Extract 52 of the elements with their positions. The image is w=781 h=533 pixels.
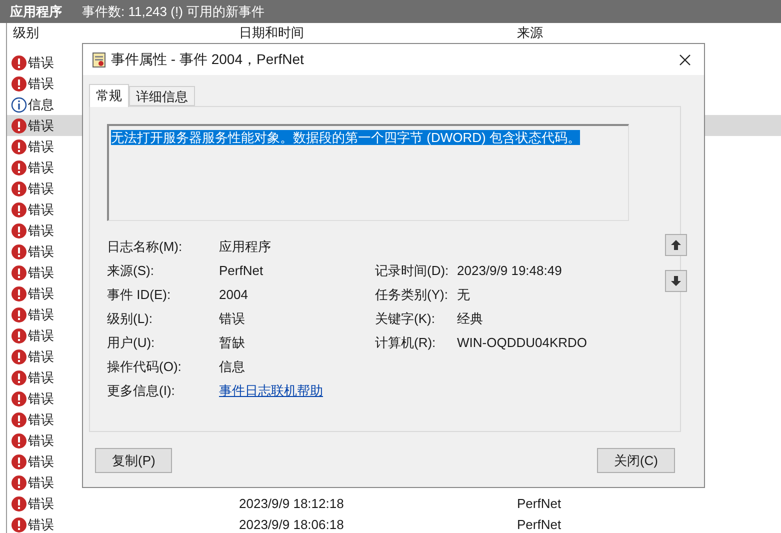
field-label: 关键字(K):: [375, 310, 436, 328]
field-value: 错误: [219, 310, 245, 328]
field-label: 计算机(R):: [375, 334, 437, 352]
field-label: 级别(L):: [107, 310, 154, 328]
date-cell-text: 2023/9/9 18:06:18: [239, 516, 345, 533]
field-value: 2004: [219, 286, 248, 304]
level-cell-text: 错误: [28, 74, 54, 93]
level-cell-text: 错误: [28, 516, 54, 533]
level-cell-text: 错误: [28, 180, 54, 198]
field-value: 2023/9/9 19:48:49: [457, 262, 562, 280]
level-cell-text: 错误: [28, 158, 54, 177]
field-value: 信息: [219, 358, 245, 376]
level-cell-text: 错误: [28, 348, 54, 366]
source-cell-text: PerfNet: [517, 516, 562, 533]
field-label: 任务类别(Y):: [375, 286, 449, 304]
level-cell-text: 错误: [28, 474, 54, 492]
level-cell-text: 错误: [28, 284, 54, 303]
level-cell-text: 错误: [28, 306, 54, 324]
level-cell-text: 错误: [28, 494, 54, 513]
log-name: 应用程序: [10, 2, 62, 21]
level-cell-text: 错误: [28, 200, 54, 219]
field-value: PerfNet: [219, 262, 264, 280]
level-cell-text: 错误: [28, 326, 54, 345]
field-label: 记录时间(D):: [375, 262, 450, 280]
field-value: 经典: [457, 310, 483, 328]
field-value: 无: [457, 286, 470, 304]
level-cell-text: 错误: [28, 116, 54, 135]
field-label: 来源(S):: [107, 262, 155, 280]
field-label: 操作代码(O):: [107, 358, 182, 376]
dialog-title: 事件属性 - 事件 2004，PerfNet: [111, 50, 304, 69]
field-label: 更多信息(I):: [107, 382, 176, 400]
level-cell-text: 错误: [28, 138, 54, 156]
field-label: 日志名称(M):: [107, 238, 184, 256]
level-cell-text: 错误: [28, 432, 54, 450]
level-cell-text: 错误: [28, 264, 54, 282]
level-cell-text: 错误: [28, 410, 54, 429]
level-cell-text: 错误: [28, 222, 54, 240]
level-cell-text: 信息: [28, 96, 54, 114]
field-value: 暂缺: [219, 334, 245, 352]
level-cell-text: 错误: [28, 368, 54, 387]
field-value: 应用程序: [219, 238, 271, 256]
event-count: 事件数: 11,243 (!) 可用的新事件: [82, 2, 265, 21]
field-label: 用户(U):: [107, 334, 156, 352]
level-cell-text: 错误: [28, 54, 54, 72]
event-message: 无法打开服务器服务性能对象。数据段的第一个四字节 (DWORD) 包含状态代码。: [111, 130, 580, 145]
field-label: 事件 ID(E):: [107, 286, 172, 304]
level-cell-text: 错误: [28, 452, 54, 471]
source-cell-text: PerfNet: [517, 494, 562, 513]
level-cell-text: 错误: [28, 390, 54, 408]
field-value: WIN-OQDDU04KRDO: [457, 334, 588, 352]
level-cell-text: 错误: [28, 242, 54, 261]
date-cell-text: 2023/9/9 18:12:18: [239, 494, 345, 513]
